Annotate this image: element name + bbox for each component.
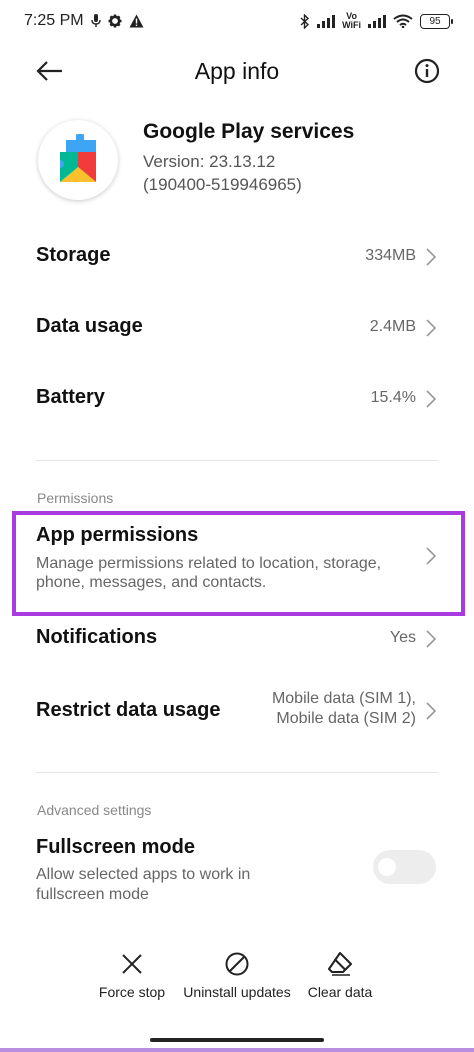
app-permissions-desc-line1: Manage permissions related to location, … — [36, 555, 382, 572]
notifications-label: Notifications — [36, 626, 158, 648]
status-time: 7:25 PM — [24, 12, 84, 29]
notifications-row[interactable]: Notifications Yes — [36, 622, 438, 656]
bluetooth-icon — [300, 13, 310, 29]
storage-label: Storage — [36, 244, 111, 266]
restrict-data-value-line2: Mobile data (SIM 2) — [276, 710, 416, 727]
close-icon — [122, 954, 142, 974]
fullscreen-mode-label: Fullscreen mode — [36, 836, 195, 858]
bottom-edge — [0, 1048, 474, 1052]
chevron-right-icon — [426, 547, 437, 565]
app-bar: App info — [0, 50, 474, 92]
warning-icon — [129, 14, 144, 28]
battery-indicator: 95 — [420, 13, 453, 29]
chevron-right-icon — [426, 702, 437, 720]
force-stop-label: Force stop — [98, 984, 166, 1000]
permissions-section-label: Permissions — [37, 490, 114, 506]
block-icon — [225, 952, 249, 976]
chevron-right-icon — [426, 319, 437, 337]
restrict-data-usage-label: Restrict data usage — [36, 699, 221, 721]
signal-strength-icon — [317, 14, 336, 28]
fullscreen-mode-desc-line1: Allow selected apps to work in — [36, 866, 251, 883]
data-usage-row[interactable]: Data usage 2.4MB — [36, 311, 438, 345]
eraser-icon — [328, 952, 352, 976]
status-bar: 7:25 PM Vo WiFi 95 — [0, 0, 474, 44]
app-permissions-row[interactable]: App permissions Manage permissions relat… — [36, 522, 438, 592]
uninstall-updates-label: Uninstall updates — [183, 984, 291, 1000]
app-name: Google Play services — [143, 120, 355, 143]
bottom-action-bar: Force stop Uninstall updates Clear data — [0, 950, 474, 1010]
chevron-right-icon — [426, 630, 437, 648]
toggle-knob — [378, 858, 396, 876]
app-permissions-desc-line2: phone, messages, and contacts. — [36, 574, 267, 591]
storage-value: 334MB — [365, 247, 416, 264]
gesture-nav-handle[interactable] — [150, 1038, 324, 1042]
app-header: Google Play services Version: 23.13.12 (… — [36, 118, 446, 202]
gear-icon — [108, 14, 122, 28]
battery-label: Battery — [36, 386, 105, 408]
signal-strength-icon-2 — [368, 14, 386, 28]
app-version: Version: 23.13.12 — [143, 152, 276, 171]
vowifi-indicator: Vo WiFi — [342, 11, 361, 30]
chevron-right-icon — [426, 390, 437, 408]
battery-row[interactable]: Battery 15.4% — [36, 382, 438, 416]
fullscreen-mode-row[interactable]: Fullscreen mode Allow selected apps to w… — [36, 834, 366, 906]
clear-data-button[interactable]: Clear data — [302, 950, 378, 1000]
data-usage-value: 2.4MB — [369, 318, 416, 335]
status-right: Vo WiFi 95 — [300, 11, 453, 30]
page-title: App info — [194, 58, 280, 84]
battery-value: 15.4% — [370, 389, 416, 406]
fullscreen-mode-toggle[interactable] — [373, 850, 436, 884]
data-usage-label: Data usage — [36, 315, 143, 337]
clear-data-label: Clear data — [307, 984, 373, 1000]
notifications-value: Yes — [389, 629, 416, 646]
divider — [36, 460, 438, 461]
restrict-data-usage-row[interactable]: Restrict data usage Mobile data (SIM 1),… — [36, 688, 438, 734]
microphone-icon — [90, 14, 101, 27]
storage-row[interactable]: Storage 334MB — [36, 240, 438, 274]
wifi-icon — [393, 14, 413, 28]
app-permissions-label: App permissions — [36, 524, 199, 546]
info-button[interactable] — [412, 56, 442, 86]
uninstall-updates-button[interactable]: Uninstall updates — [177, 950, 297, 1000]
info-icon — [414, 58, 440, 84]
google-play-services-icon — [38, 120, 118, 200]
divider — [36, 772, 438, 773]
advanced-settings-section-label: Advanced settings — [37, 802, 152, 818]
app-build-number: (190400-519946965) — [143, 175, 302, 194]
restrict-data-value-line1: Mobile data (SIM 1), — [271, 690, 416, 707]
chevron-right-icon — [426, 248, 437, 266]
force-stop-button[interactable]: Force stop — [92, 950, 172, 1000]
fullscreen-mode-desc-line2: fullscreen mode — [36, 886, 149, 903]
status-left: 7:25 PM — [24, 12, 144, 30]
